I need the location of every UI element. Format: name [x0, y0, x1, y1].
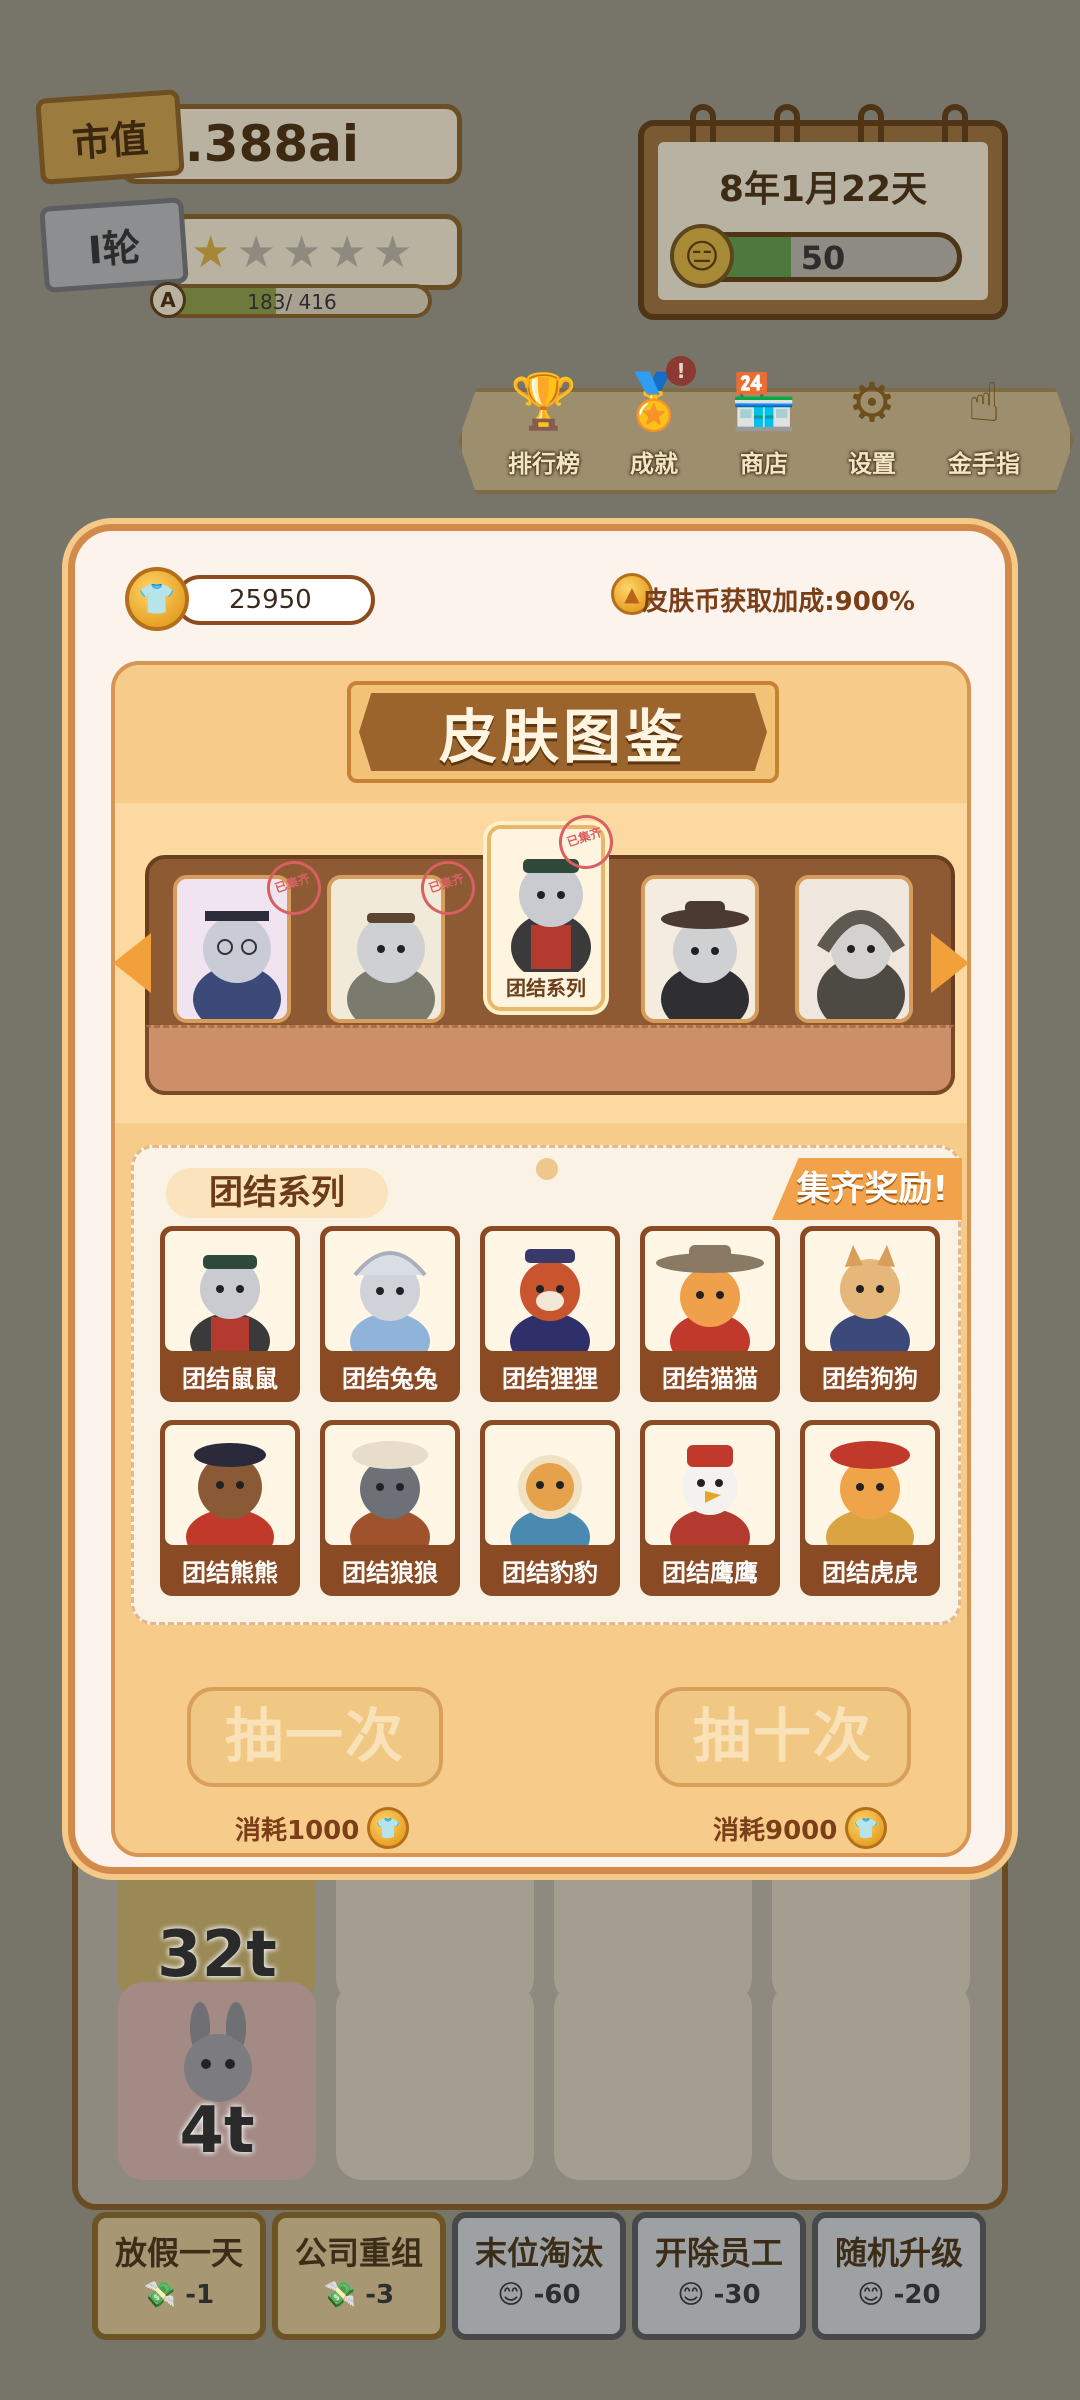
star-icon: ★ [236, 226, 276, 278]
skin-item[interactable]: 团结兔兔 [320, 1226, 460, 1402]
menu-item-shop[interactable]: 🏪 商店 [714, 362, 814, 479]
skin-item[interactable]: 团结狗狗 [800, 1226, 940, 1402]
round-box: ★ ★ ★ ★ ★ [170, 214, 462, 290]
skin-item[interactable]: 团结鼠鼠 [160, 1226, 300, 1402]
skin-coin-icon: 👕 [125, 567, 189, 631]
market-value-tag: 市值 [35, 89, 185, 185]
calendar-date: 8年1月22天 [718, 169, 928, 210]
progress-bar: A 183/ 416 [150, 282, 432, 318]
hooded-hamster-icon [799, 879, 909, 1019]
skin-item[interactable]: 团结狼狼 [320, 1420, 460, 1596]
menu-item-settings[interactable]: ⚙ 设置 [822, 362, 922, 479]
action-day-off-button[interactable]: 放假一天 💸 -1 [92, 2212, 266, 2340]
star-icon: ★ [372, 226, 413, 278]
smile-icon: 😊 [677, 2280, 705, 2310]
skin-item[interactable]: 团结猫猫 [640, 1226, 780, 1402]
skin-coin-icon: 👕 [367, 1807, 410, 1849]
carousel-card[interactable] [641, 875, 759, 1023]
collection-panel: 皮肤图鉴 已集齐 已集齐 团结系列 已集齐 团结系列 集齐奖励! 团结鼠鼠 团结… [111, 661, 971, 1857]
unity-red-panda-icon [510, 1249, 590, 1351]
star-rating: ★ ★ ★ ★ ★ [175, 227, 412, 278]
gear-icon: ⚙ [847, 370, 897, 434]
star-icon: ★ [191, 226, 231, 278]
carousel-shelf-base [145, 1025, 955, 1095]
unity-cat-icon [656, 1245, 764, 1351]
carousel-prev-arrow[interactable] [113, 933, 151, 993]
mood-face-icon: 😑 [670, 224, 734, 288]
trophy-icon: 🏆 [510, 370, 578, 433]
title-plate: 皮肤图鉴 [347, 681, 779, 783]
skin-item[interactable]: 团结鹰鹰 [640, 1420, 780, 1596]
modal-title: 皮肤图鉴 [359, 693, 767, 771]
cash-icon: 💸 [323, 2280, 357, 2310]
unity-bear-icon [186, 1443, 274, 1545]
menu-item-leaderboard[interactable]: 🏆 排行榜 [494, 362, 594, 479]
skin-item[interactable]: 团结豹豹 [480, 1420, 620, 1596]
unity-wolf-icon [350, 1441, 430, 1545]
shop-icon: 🏪 [730, 370, 798, 433]
skin-coin-icon: 👕 [845, 1807, 888, 1849]
carousel-next-arrow[interactable] [931, 933, 969, 993]
draw-once-button[interactable]: 抽一次 [187, 1687, 443, 1787]
unity-tiger-icon [826, 1441, 914, 1545]
cell-level: 32t [157, 1918, 277, 1992]
skin-item[interactable]: 团结熊熊 [160, 1420, 300, 1596]
star-icon: ★ [327, 226, 367, 278]
unity-mouse-icon [190, 1255, 270, 1351]
action-eliminate-button[interactable]: 末位淘汰 😊 -60 [452, 2212, 626, 2340]
coin-bonus-text: 皮肤币获取加成:900% [642, 587, 915, 617]
cell-level: 4t [179, 2094, 255, 2168]
board-cell[interactable] [772, 1982, 970, 2180]
skin-item[interactable]: 团结虎虎 [800, 1420, 940, 1596]
draw-ten-cost: 消耗9000 👕 [713, 1807, 888, 1849]
series-title: 团结系列 [166, 1168, 388, 1218]
calendar-panel: 8年1月22天 50 😑 [638, 104, 1008, 320]
draw-ten-button[interactable]: 抽十次 [655, 1687, 911, 1787]
detective-hamster-icon [645, 879, 755, 1019]
smile-icon: 😊 [497, 2280, 525, 2310]
skin-coin-balance: 25950 [175, 575, 375, 625]
skin-collection-modal: 25950 👕 ▲ 皮肤币获取加成:900% 皮肤图鉴 已集齐 已集齐 团结系列… [68, 524, 1012, 1874]
board-cell[interactable]: 4t [118, 1982, 316, 2180]
menu-item-cheat[interactable]: ☝ 金手指 [934, 362, 1034, 479]
menu-item-achievements[interactable]: 🏅 ! 成就 [604, 356, 704, 479]
cash-icon: 💸 [143, 2280, 177, 2310]
action-fire-button[interactable]: 开除员工 😊 -30 [632, 2212, 806, 2340]
notification-badge: ! [666, 356, 696, 386]
star-icon: ★ [281, 226, 322, 278]
board-cell[interactable] [336, 1982, 534, 2180]
unity-dog-icon [830, 1245, 910, 1351]
progress-text: 183/ 416 [247, 290, 337, 314]
round-tag: I轮 [39, 197, 189, 293]
unity-leopard-icon [510, 1455, 590, 1545]
unity-rabbit-icon [350, 1251, 430, 1351]
series-panel: 团结系列 集齐奖励! 团结鼠鼠 团结兔兔 团结狸狸 团结猫猫 团结狗狗 团结熊熊… [131, 1145, 962, 1625]
smile-icon: 😊 [857, 2280, 885, 2310]
unity-eagle-icon [670, 1445, 750, 1545]
action-restructure-button[interactable]: 公司重组 💸 -3 [272, 2212, 446, 2340]
draw-once-cost: 消耗1000 👕 [235, 1807, 410, 1849]
action-upgrade-button[interactable]: 随机升级 😊 -20 [812, 2212, 986, 2340]
selected-series-label: 团结系列 [491, 972, 601, 1001]
skin-item[interactable]: 团结狸狸 [480, 1226, 620, 1402]
collect-reward-button[interactable]: 集齐奖励! [772, 1158, 962, 1220]
carousel-card[interactable] [795, 875, 913, 1023]
pin-icon [536, 1158, 558, 1180]
board-cell[interactable] [554, 1982, 752, 2180]
pointing-hand-icon: ☝ [967, 370, 1001, 434]
